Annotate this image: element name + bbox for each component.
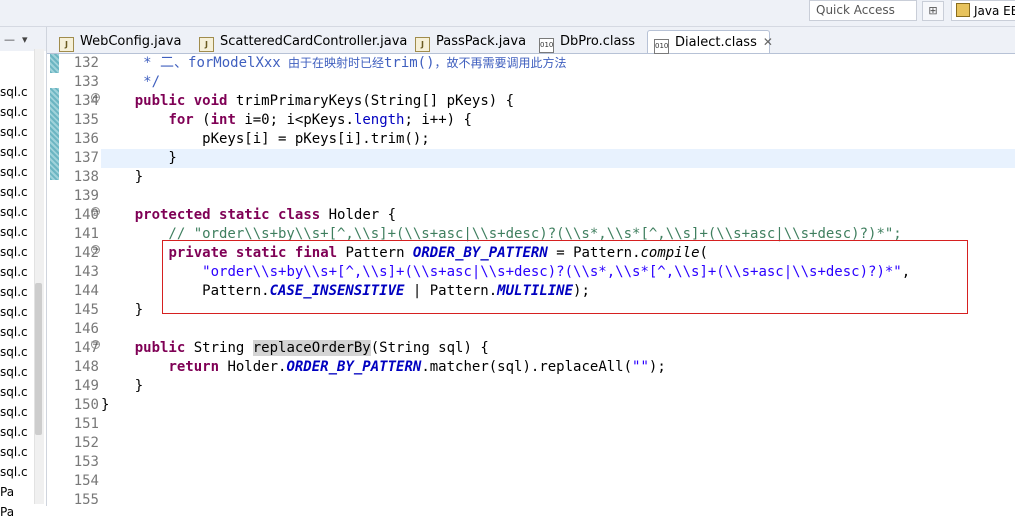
close-icon[interactable]: ✕ — [763, 35, 773, 49]
perspective-switch-java-ee[interactable]: Java EE — [951, 0, 1015, 21]
explorer-item[interactable]: sql.c — [0, 225, 28, 239]
code-line-148: return Holder.ORDER_BY_PATTERN.matcher(s… — [168, 359, 666, 375]
line-number: 145 — [73, 302, 99, 318]
code-line-138: } — [101, 169, 144, 185]
open-perspective-icon[interactable]: ⊞ — [922, 1, 944, 21]
explorer-item[interactable]: Pa — [0, 505, 14, 519]
scrollbar-thumb[interactable] — [35, 283, 42, 435]
change-marker — [50, 88, 59, 180]
line-number: 133 — [73, 74, 99, 90]
explorer-item[interactable]: sql.c — [0, 285, 28, 299]
line-number: 144 — [73, 283, 99, 299]
quick-diff-ruler — [47, 54, 61, 506]
fold-toggle-icon[interactable]: − — [91, 93, 100, 103]
line-number: 135 — [73, 112, 99, 128]
line-number: 152 — [73, 435, 99, 451]
fold-toggle-icon[interactable]: − — [91, 245, 100, 255]
explorer-item[interactable]: sql.c — [0, 245, 28, 259]
minimize-icon[interactable]: — — [4, 33, 15, 46]
explorer-item[interactable]: sql.c — [0, 205, 28, 219]
explorer-item[interactable]: sql.c — [0, 125, 28, 139]
line-number: 139 — [73, 188, 99, 204]
quick-access-input[interactable]: Quick Access — [809, 0, 917, 21]
class-file-icon: 010 — [539, 38, 554, 53]
explorer-item[interactable]: sql.c — [0, 105, 28, 119]
java-file-icon: J — [199, 37, 214, 52]
change-marker — [50, 54, 59, 73]
explorer-item[interactable]: sql.c — [0, 85, 28, 99]
line-number: 136 — [73, 131, 99, 147]
tab-dialect-class[interactable]: 010 Dialect.class ✕ — [647, 30, 773, 54]
line-number: 137 — [73, 150, 99, 166]
fold-toggle-icon[interactable]: − — [91, 340, 100, 350]
tab-dbpro-class[interactable]: 010 DbPro.class — [533, 30, 635, 53]
code-editor[interactable]: 132 133 134 135 136 137 138 139 140 141 142 143 144 1… — [47, 54, 1015, 508]
explorer-item[interactable]: Pa — [0, 485, 14, 499]
code-line-135: for (int i=0; i<pKeys.length; i++) { — [168, 112, 472, 128]
explorer-item[interactable]: sql.c — [0, 265, 28, 279]
code-line-150: } — [101, 397, 110, 413]
editor-tab-bar: J WebConfig.java J ScatteredCardController… — [47, 27, 1015, 54]
perspective-label: Java EE — [974, 4, 1015, 18]
line-number: 153 — [73, 454, 99, 470]
line-number: 146 — [73, 321, 99, 337]
line-number: 141 — [73, 226, 99, 242]
code-line-140: protected static class Holder { — [134, 207, 397, 223]
highlight-annotation-box — [162, 240, 968, 314]
explorer-item[interactable]: sql.c — [0, 405, 28, 419]
line-number: 154 — [73, 473, 99, 489]
explorer-item[interactable]: sql.c — [0, 185, 28, 199]
line-number: 148 — [73, 359, 99, 375]
code-line-136: pKeys[i] = pKeys[i].trim(); — [101, 131, 430, 147]
line-number: 138 — [73, 169, 99, 185]
explorer-item[interactable]: sql.c — [0, 465, 28, 479]
class-file-icon: 010 — [654, 39, 669, 54]
code-line-133: */ — [101, 74, 161, 90]
line-number: 149 — [73, 378, 99, 394]
explorer-item[interactable]: sql.c — [0, 145, 28, 159]
explorer-item[interactable]: sql.c — [0, 445, 28, 459]
explorer-item[interactable]: sql.c — [0, 385, 28, 399]
java-file-icon: J — [415, 37, 430, 52]
explorer-item[interactable]: sql.c — [0, 345, 28, 359]
explorer-item[interactable]: sql.c — [0, 305, 28, 319]
tab-scatteredcardcontroller-java[interactable]: J ScatteredCardController.java — [193, 30, 407, 53]
java-file-icon: J — [59, 37, 74, 52]
code-line-137-current: } — [101, 149, 1015, 168]
package-explorer: — ▾ sql.c sql.c sql.c sql.c sql.c sql.c sql.c s… — [0, 27, 47, 519]
line-number: 151 — [73, 416, 99, 432]
explorer-item[interactable]: sql.c — [0, 165, 28, 179]
java-ee-perspective-icon — [956, 3, 970, 17]
tab-passpack-java[interactable]: J PassPack.java — [409, 30, 526, 53]
line-number: 155 — [73, 492, 99, 508]
tab-webconfig-java[interactable]: J WebConfig.java — [53, 30, 181, 53]
code-line-134: public void trimPrimaryKeys(String[] pKe… — [134, 93, 515, 109]
line-number: 143 — [73, 264, 99, 280]
code-line-147: public String replaceOrderBy(String sql)… — [134, 340, 489, 356]
code-line-149: } — [101, 378, 144, 394]
explorer-item[interactable]: sql.c — [0, 425, 28, 439]
main-toolbar: Quick Access ⊞ Java EE — [0, 0, 1015, 27]
code-line-132: * 二、forModelXxx 由于在映射时已经trim()，故不再需要调用此方… — [101, 55, 567, 71]
line-number: 132 — [73, 55, 99, 71]
chevron-down-icon[interactable]: ▾ — [22, 33, 28, 46]
package-explorer-header: — ▾ — [0, 27, 46, 51]
package-explorer-scrollbar[interactable] — [34, 49, 44, 504]
fold-toggle-icon[interactable]: − — [91, 207, 100, 217]
explorer-item[interactable]: sql.c — [0, 325, 28, 339]
explorer-item[interactable]: sql.c — [0, 365, 28, 379]
line-number: 150 — [73, 397, 99, 413]
